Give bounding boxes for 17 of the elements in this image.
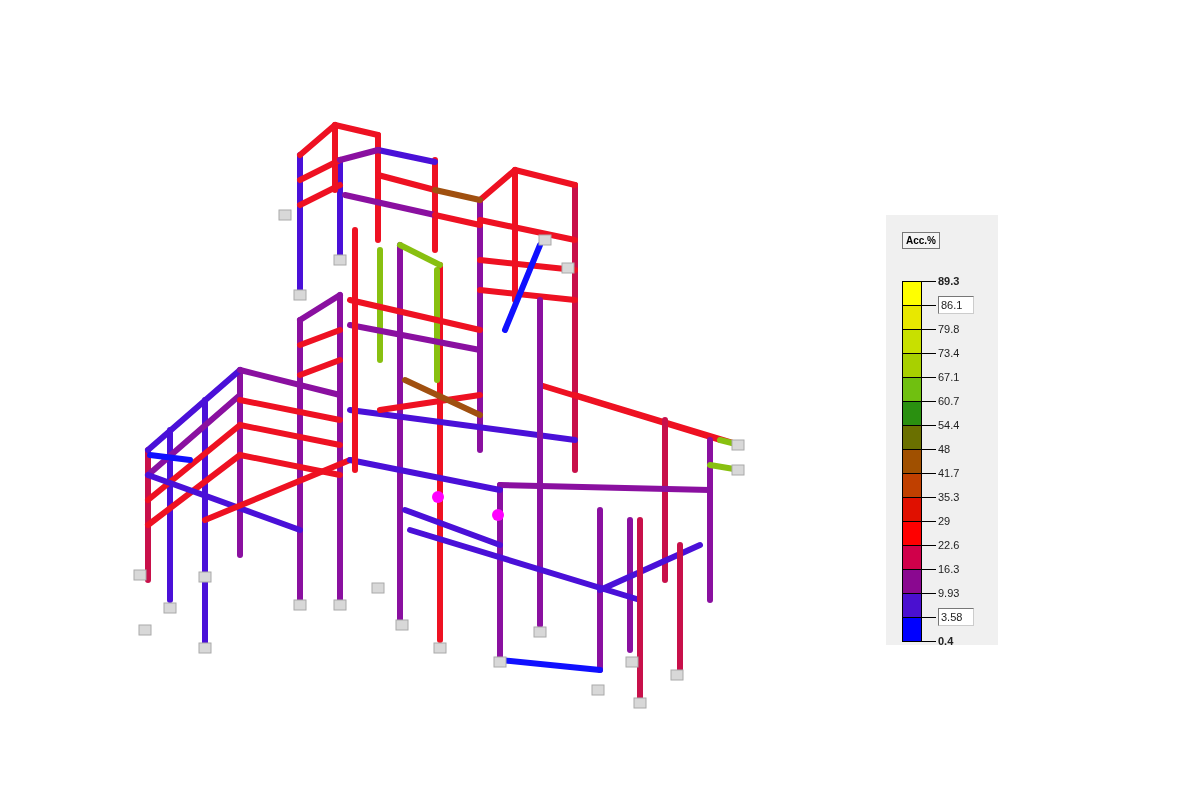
legend-value: 41.7 [938,467,960,479]
legend-value: 79.8 [938,323,960,335]
limit-input-field[interactable]: 86.1 [938,296,974,314]
legend-value: 29 [938,515,951,527]
legend-value: 60.7 [938,395,960,407]
legend-value: 67.1 [938,371,960,383]
legend-value: 54.4 [938,419,960,431]
legend-value: 89.3 [938,275,960,287]
legend-value: 16.3 [938,563,960,575]
limit-input-field[interactable]: 3.58 [938,608,974,626]
legend-value: 48 [938,443,951,455]
legend-value: 22.6 [938,539,960,551]
legend-value: 0.4 [938,635,954,647]
legend-title-button[interactable]: Acc.% [902,232,940,249]
legend-value: 35.3 [938,491,960,503]
legend-value: 73.4 [938,347,960,359]
legend-value: 9.93 [938,587,960,599]
